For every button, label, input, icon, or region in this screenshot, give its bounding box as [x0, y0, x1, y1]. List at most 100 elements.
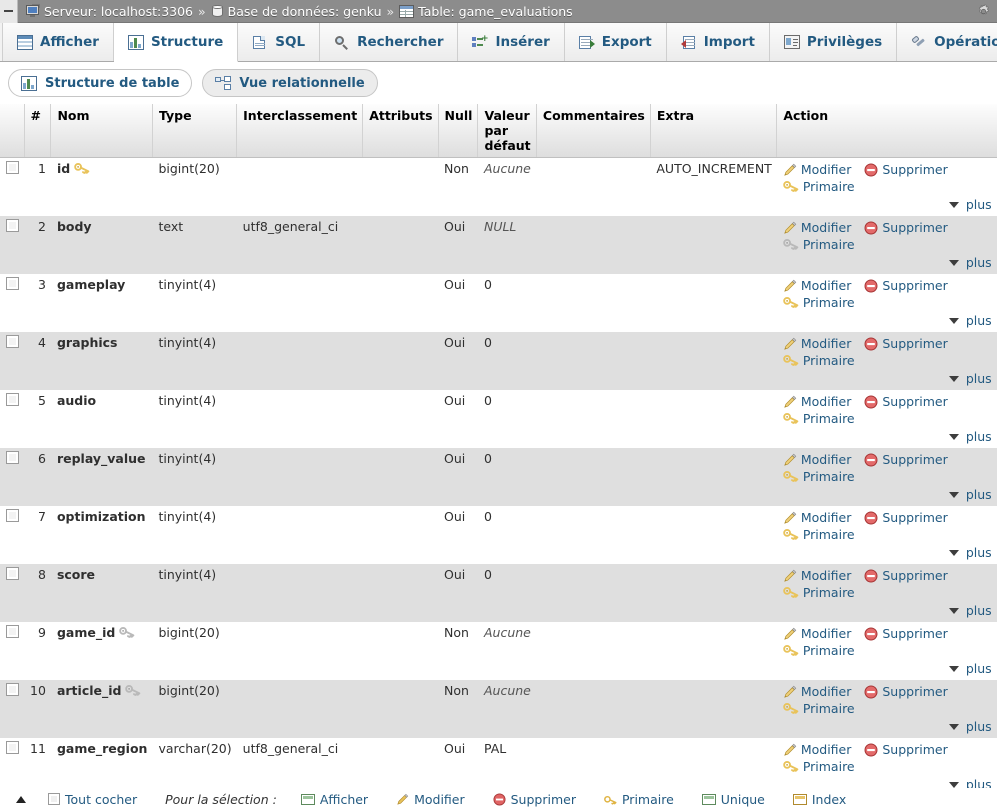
row-action-more[interactable]: plus	[948, 544, 992, 561]
row-checkbox[interactable]	[6, 683, 19, 696]
row-action-edit[interactable]: Modifier	[783, 451, 851, 468]
row-action-more[interactable]: plus	[948, 486, 992, 503]
navigation-collapse-handle[interactable]	[0, 0, 18, 23]
arrow-up-icon[interactable]	[16, 795, 26, 803]
row-checkbox[interactable]	[6, 567, 19, 580]
breadcrumb-table[interactable]: Table: game_evaluations	[399, 4, 573, 19]
row-checkbox[interactable]	[6, 219, 19, 232]
row-action-primary[interactable]: Primaire	[783, 410, 855, 427]
row-action-drop[interactable]: Supprimer	[864, 567, 948, 584]
breadcrumb-server[interactable]: Serveur: localhost:3306	[24, 4, 193, 19]
row-checkbox[interactable]	[6, 741, 19, 754]
footer-action-modifier[interactable]: Modifier	[396, 792, 465, 807]
row-checkbox[interactable]	[6, 393, 19, 406]
tab-operations[interactable]: Opérations	[897, 23, 997, 61]
table-row[interactable]: 6 replay_value tinyint(4) Oui 0 Modifier Suppr…	[0, 448, 997, 506]
row-action-edit[interactable]: Modifier	[783, 567, 851, 584]
footer-action-primaire[interactable]: Primaire	[604, 792, 674, 807]
tab-export[interactable]: Export	[564, 23, 667, 61]
row-checkbox-cell[interactable]	[0, 332, 24, 390]
row-checkbox-cell[interactable]	[0, 680, 24, 738]
row-action-primary[interactable]: Primaire	[783, 178, 855, 195]
row-action-drop[interactable]: Supprimer	[864, 509, 948, 526]
footer-action-supprimer[interactable]: Supprimer	[493, 792, 576, 807]
row-action-drop[interactable]: Supprimer	[864, 625, 948, 642]
row-action-primary[interactable]: Primaire	[783, 352, 855, 369]
header-type[interactable]: Type	[152, 104, 238, 158]
row-action-edit[interactable]: Modifier	[783, 741, 851, 758]
row-action-drop[interactable]: Supprimer	[864, 393, 948, 410]
row-action-primary[interactable]: Primaire	[783, 758, 855, 775]
tab-privileges[interactable]: Privilèges	[769, 23, 898, 61]
row-checkbox[interactable]	[6, 625, 19, 638]
header-null[interactable]: Null	[438, 104, 479, 158]
table-row[interactable]: 7 optimization tinyint(4) Oui 0 Modifier Suppr…	[0, 506, 997, 564]
header-comments[interactable]: Commentaires	[536, 104, 651, 158]
row-action-primary[interactable]: Primaire	[783, 236, 855, 253]
row-action-primary[interactable]: Primaire	[783, 584, 855, 601]
breadcrumb-database[interactable]: Base de données: genku	[211, 4, 382, 19]
header-extra[interactable]: Extra	[650, 104, 778, 158]
row-action-more[interactable]: plus	[948, 370, 992, 387]
tab-inserer[interactable]: + Insérer	[458, 23, 565, 61]
row-checkbox-cell[interactable]	[0, 274, 24, 332]
table-row[interactable]: 3 gameplay tinyint(4) Oui 0 Modifier Supprimer…	[0, 274, 997, 332]
row-action-more[interactable]: plus	[948, 254, 992, 271]
row-action-drop[interactable]: Supprimer	[864, 335, 948, 352]
row-action-edit[interactable]: Modifier	[783, 277, 851, 294]
row-action-more[interactable]: plus	[948, 196, 992, 213]
table-row[interactable]: 4 graphics tinyint(4) Oui 0 Modifier Supprimer…	[0, 332, 997, 390]
row-checkbox-cell[interactable]	[0, 622, 24, 680]
row-action-edit[interactable]: Modifier	[783, 393, 851, 410]
row-checkbox[interactable]	[6, 277, 19, 290]
row-checkbox-cell[interactable]	[0, 390, 24, 448]
row-checkbox-cell[interactable]	[0, 216, 24, 274]
row-action-primary[interactable]: Primaire	[783, 642, 855, 659]
row-action-more[interactable]: plus	[948, 660, 992, 677]
row-action-edit[interactable]: Modifier	[783, 335, 851, 352]
table-row[interactable]: 9 game_id bigint(20) Non Aucune Modifier Suppr…	[0, 622, 997, 680]
table-row[interactable]: 1 id bigint(20) Non Aucune AUTO_INCREMENT Modi…	[0, 157, 997, 217]
row-action-more[interactable]: plus	[948, 312, 992, 329]
row-action-edit[interactable]: Modifier	[783, 161, 851, 178]
row-checkbox-cell[interactable]	[0, 158, 24, 217]
gear-icon[interactable]	[976, 4, 991, 19]
table-row[interactable]: 10 article_id bigint(20) Non Aucune Modifier S…	[0, 680, 997, 738]
table-row[interactable]: 5 audio tinyint(4) Oui 0 Modifier Supprimer Pri…	[0, 390, 997, 448]
row-action-primary[interactable]: Primaire	[783, 526, 855, 543]
tab-sql[interactable]: SQL	[238, 23, 321, 61]
table-row[interactable]: 8 score tinyint(4) Oui 0 Modifier Supprimer Pri…	[0, 564, 997, 622]
subtab-relation-view[interactable]: Vue relationnelle	[202, 69, 378, 97]
row-action-more[interactable]: plus	[948, 428, 992, 445]
row-action-drop[interactable]: Supprimer	[864, 277, 948, 294]
row-action-drop[interactable]: Supprimer	[864, 451, 948, 468]
row-action-primary[interactable]: Primaire	[783, 700, 855, 717]
tab-structure[interactable]: Structure	[113, 23, 239, 62]
row-checkbox-cell[interactable]	[0, 506, 24, 564]
row-checkbox[interactable]	[6, 509, 19, 522]
header-attributes[interactable]: Attributs	[362, 104, 439, 158]
row-action-drop[interactable]: Supprimer	[864, 741, 948, 758]
row-action-edit[interactable]: Modifier	[783, 509, 851, 526]
row-checkbox-cell[interactable]	[0, 564, 24, 622]
row-checkbox[interactable]	[6, 161, 19, 174]
tab-afficher[interactable]: Afficher	[2, 23, 114, 61]
footer-action-index[interactable]: Index	[792, 792, 846, 807]
row-checkbox-cell[interactable]	[0, 448, 24, 506]
row-checkbox[interactable]	[6, 451, 19, 464]
tab-import[interactable]: Import	[666, 23, 770, 61]
row-action-drop[interactable]: Supprimer	[864, 161, 948, 178]
header-number[interactable]: #	[24, 104, 52, 158]
row-action-more[interactable]: plus	[948, 718, 992, 735]
table-row[interactable]: 2 body text utf8_general_ci Oui NULL Modifier S…	[0, 216, 997, 274]
row-action-edit[interactable]: Modifier	[783, 683, 851, 700]
row-action-primary[interactable]: Primaire	[783, 294, 855, 311]
footer-action-afficher[interactable]: Afficher	[300, 792, 368, 807]
header-name[interactable]: Nom	[50, 104, 153, 158]
subtab-table-structure[interactable]: Structure de table	[8, 69, 193, 97]
tab-rechercher[interactable]: Rechercher	[320, 23, 459, 61]
row-action-edit[interactable]: Modifier	[783, 625, 851, 642]
row-action-drop[interactable]: Supprimer	[864, 683, 948, 700]
check-all-toggle[interactable]: Tout cocher	[48, 792, 137, 807]
row-checkbox[interactable]	[6, 335, 19, 348]
